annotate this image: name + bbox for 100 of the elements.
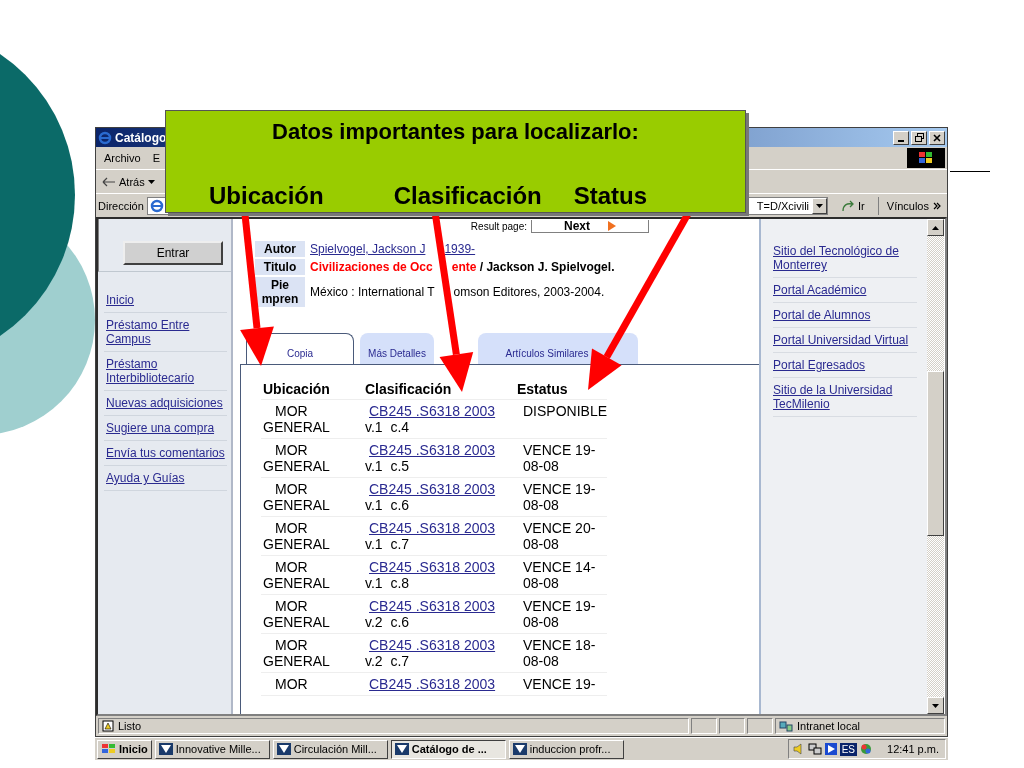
menu-item[interactable]: E xyxy=(146,152,167,164)
page-icon xyxy=(149,198,164,213)
call-number-link[interactable]: CB245 .S6318 2003 xyxy=(369,403,513,419)
windows-logo-icon xyxy=(101,743,117,755)
portal-link[interactable]: Sitio del Tecnológico de Monterrey xyxy=(773,239,917,278)
title-text: ente xyxy=(451,260,477,274)
call-number-link[interactable]: CB245 .S6318 2003 xyxy=(369,442,513,458)
taskbar-button[interactable]: induccion profr... xyxy=(508,739,624,759)
menu-item[interactable]: Archivo xyxy=(98,152,147,164)
speaker-icon xyxy=(792,743,805,755)
start-button[interactable]: Inicio xyxy=(97,739,152,759)
scroll-up-icon[interactable] xyxy=(927,219,944,236)
portal-link[interactable]: Portal Universidad Virtual xyxy=(773,328,917,353)
volume-text: v.2 c.6 xyxy=(365,614,411,630)
status-cell: VENCE 14-08-08 xyxy=(515,556,607,595)
location-cell: MOR GENERAL xyxy=(261,478,363,517)
minimize-button[interactable] xyxy=(893,130,909,145)
minimize-icon xyxy=(898,139,904,142)
windows-logo-icon xyxy=(907,148,945,168)
author-link[interactable]: Spielvogel, Jackson J xyxy=(310,242,426,256)
address-label: Dirección xyxy=(98,199,144,212)
chevron-icon xyxy=(933,201,941,210)
portal-link[interactable]: Portal Egresados xyxy=(773,353,917,378)
callout-label: Clasificación xyxy=(393,182,542,210)
sidebar-link[interactable]: Envía tus comentarios xyxy=(104,441,227,466)
column-header: Ubicación xyxy=(261,375,363,400)
network-icon xyxy=(807,743,822,755)
volume-text: v.1 c.5 xyxy=(365,458,411,474)
close-icon xyxy=(933,133,941,142)
location-cell: MOR xyxy=(261,673,363,696)
call-number-link[interactable]: CB245 .S6318 2003 xyxy=(369,481,513,497)
volume-text: v.1 c.8 xyxy=(365,575,411,591)
portal-link[interactable]: Sitio de la Universidad TecMilenio xyxy=(773,378,917,417)
app-icon xyxy=(276,743,291,755)
location-cell: MOR GENERAL xyxy=(261,595,363,634)
enter-button[interactable]: Entrar xyxy=(123,241,223,265)
sidebar-link[interactable]: Nuevas adquisiciones xyxy=(104,391,227,416)
app-icon xyxy=(158,743,173,755)
tab[interactable]: Más Detalles xyxy=(360,333,434,365)
back-arrow-icon xyxy=(102,176,116,187)
scrollbar[interactable] xyxy=(927,219,944,714)
go-arrow-icon xyxy=(841,199,856,212)
call-number-link[interactable]: CB245 .S6318 2003 xyxy=(369,598,513,614)
status-cell: VENCE 19-08-08 xyxy=(515,478,607,517)
call-number-link[interactable]: CB245 .S6318 2003 xyxy=(369,559,513,575)
author-link[interactable]: 1939- xyxy=(444,242,476,256)
go-button[interactable]: Ir xyxy=(831,199,875,212)
window-title: Catálogo xyxy=(115,130,167,145)
location-cell: MOR GENERAL xyxy=(261,517,363,556)
status-cell: DISPONIBLE xyxy=(515,400,607,439)
portal-link[interactable]: Portal de Alumnos xyxy=(773,303,917,328)
page-warning-icon xyxy=(102,720,114,732)
status-cell: VENCE 19- xyxy=(515,673,607,696)
title-text: Civilizaciones de Occ xyxy=(310,260,433,274)
callout-heading: Datos importantes para localizarlo: xyxy=(272,119,639,145)
sidebar-link[interactable]: Ayuda y Guías xyxy=(104,466,227,491)
language-indicator[interactable]: ES xyxy=(839,742,857,756)
scroll-down-icon[interactable] xyxy=(927,697,944,714)
play-icon xyxy=(824,743,837,755)
globe-icon xyxy=(860,743,872,755)
result-page-label: Result page: xyxy=(470,220,527,232)
close-button[interactable] xyxy=(929,130,945,145)
volume-text: v.2 c.7 xyxy=(365,653,411,669)
next-button[interactable]: Next xyxy=(531,219,649,233)
restore-icon xyxy=(914,133,924,142)
status-cell: VENCE 20-08-08 xyxy=(515,517,607,556)
field-label: Autor xyxy=(255,241,305,257)
dropdown-icon[interactable] xyxy=(812,197,828,214)
sidebar-link[interactable]: Préstamo Entre Campus xyxy=(104,313,227,352)
sidebar-link[interactable]: Inicio xyxy=(104,288,227,313)
taskbar-button[interactable]: Innovative Mille... xyxy=(154,739,270,759)
links-button[interactable]: Vínculos xyxy=(877,196,945,215)
arrow-icon xyxy=(608,220,616,231)
field-label: Pie mpren xyxy=(255,277,305,307)
status-text: Listo xyxy=(118,720,142,732)
callout-label: Status xyxy=(573,182,648,210)
app-icon xyxy=(512,743,527,755)
taskbar-button[interactable]: Catálogo de ... xyxy=(390,739,506,759)
location-cell: MOR GENERAL xyxy=(261,634,363,673)
sidebar-link[interactable]: Sugiere una compra xyxy=(104,416,227,441)
app-icon xyxy=(394,743,409,755)
call-number-link[interactable]: CB245 .S6318 2003 xyxy=(369,676,513,692)
author-text: / Jackson J. Spielvogel. xyxy=(478,260,615,274)
imprint-text: México : International T xyxy=(310,285,435,299)
callout-label: Ubicación xyxy=(209,182,324,210)
network-icon xyxy=(779,720,793,732)
back-button[interactable]: Atrás xyxy=(100,175,157,188)
caret-icon xyxy=(147,179,155,184)
call-number-link[interactable]: CB245 .S6318 2003 xyxy=(369,637,513,653)
scroll-thumb[interactable] xyxy=(927,371,944,536)
volume-text: v.1 c.6 xyxy=(365,497,411,513)
status-cell: VENCE 18-08-08 xyxy=(515,634,607,673)
taskbar-button[interactable]: Circulación Mill... xyxy=(272,739,388,759)
portal-link[interactable]: Portal Académico xyxy=(773,278,917,303)
call-number-link[interactable]: CB245 .S6318 2003 xyxy=(369,520,513,536)
clock: 12:41 p.m. xyxy=(887,743,939,755)
tab[interactable]: Artículos Similares xyxy=(478,333,638,365)
status-pane xyxy=(747,718,773,734)
restore-button[interactable] xyxy=(911,130,927,145)
sidebar-link[interactable]: Préstamo Interbibliotecario xyxy=(104,352,227,391)
